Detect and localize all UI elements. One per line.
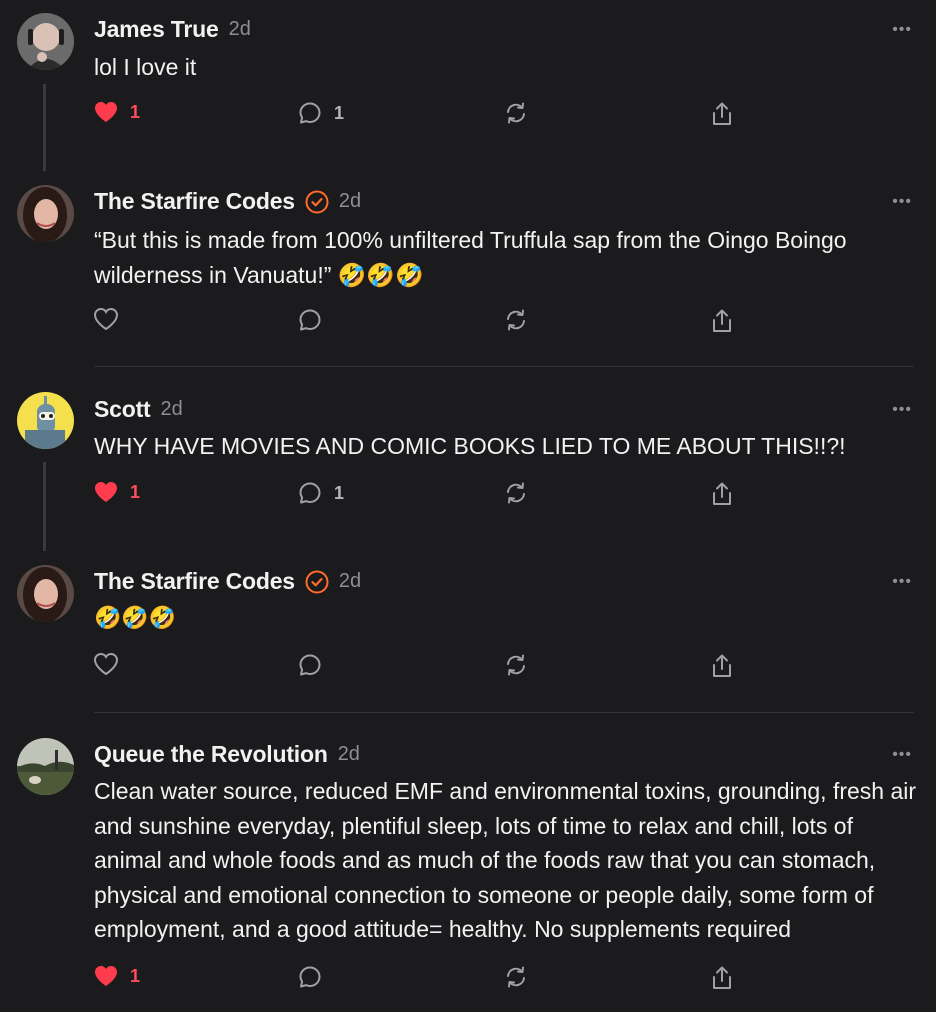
reply-button[interactable] bbox=[298, 308, 334, 332]
author-name[interactable]: Scott bbox=[94, 396, 151, 423]
more-icon[interactable]: ••• bbox=[892, 401, 912, 419]
share-upload-icon bbox=[713, 102, 731, 125]
more-icon[interactable]: ••• bbox=[892, 21, 912, 39]
reply-button[interactable]: 1 bbox=[298, 481, 344, 505]
reply-count: 1 bbox=[334, 102, 345, 123]
like-count: 1 bbox=[130, 481, 141, 502]
bald-man-headphones-icon bbox=[17, 13, 74, 70]
action-bar: 1 1 bbox=[94, 101, 854, 131]
share-upload-icon bbox=[713, 966, 731, 989]
verified-badge-icon bbox=[305, 190, 329, 213]
reply-button[interactable] bbox=[298, 965, 334, 989]
avatar[interactable] bbox=[17, 565, 74, 622]
share-button[interactable] bbox=[710, 653, 734, 679]
divider bbox=[94, 712, 914, 713]
action-bar bbox=[94, 308, 854, 338]
share-upload-icon bbox=[713, 309, 731, 332]
like-button[interactable]: 1 bbox=[94, 965, 140, 987]
reply-button[interactable] bbox=[298, 653, 334, 677]
verified-badge-icon bbox=[305, 570, 329, 593]
action-bar bbox=[94, 653, 854, 683]
share-button[interactable] bbox=[710, 481, 734, 507]
comment-text: WHY HAVE MOVIES AND COMIC BOOKS LIED TO … bbox=[94, 433, 846, 459]
like-count: 1 bbox=[130, 101, 141, 122]
speech-bubble-icon bbox=[299, 654, 321, 676]
author-name[interactable]: James True bbox=[94, 16, 219, 43]
avatar[interactable] bbox=[17, 738, 74, 795]
like-count: 1 bbox=[130, 965, 141, 986]
share-button[interactable] bbox=[710, 308, 734, 334]
robot-cartoon-icon bbox=[17, 392, 74, 449]
author-name[interactable]: The Starfire Codes bbox=[94, 188, 295, 215]
restack-button[interactable] bbox=[504, 653, 528, 677]
timestamp[interactable]: 2d bbox=[338, 743, 360, 766]
share-button[interactable] bbox=[710, 965, 734, 991]
comment-text: “But this is made from 100% unfiltered T… bbox=[94, 227, 847, 288]
avatar[interactable] bbox=[17, 185, 74, 242]
heart-icon bbox=[95, 966, 117, 986]
heart-icon bbox=[94, 653, 118, 675]
more-icon[interactable]: ••• bbox=[892, 746, 912, 764]
timestamp[interactable]: 2d bbox=[339, 570, 361, 593]
author-name[interactable]: The Starfire Codes bbox=[94, 568, 295, 595]
timestamp[interactable]: 2d bbox=[229, 18, 251, 41]
comment-header: Scott 2d bbox=[94, 396, 183, 423]
share-button[interactable] bbox=[710, 101, 734, 127]
speech-bubble-icon bbox=[299, 482, 321, 504]
share-upload-icon bbox=[713, 482, 731, 505]
more-icon[interactable]: ••• bbox=[892, 573, 912, 591]
share-upload-icon bbox=[713, 654, 731, 677]
restack-arrows-icon bbox=[507, 966, 525, 988]
heart-icon bbox=[94, 308, 118, 330]
restack-arrows-icon bbox=[507, 482, 525, 504]
avatar[interactable] bbox=[17, 13, 74, 70]
action-bar: 1 1 bbox=[94, 481, 854, 511]
woman-dark-hair-icon bbox=[17, 565, 74, 622]
thread-line bbox=[43, 84, 46, 171]
action-bar: 1 bbox=[94, 965, 854, 995]
comment-header: The Starfire Codes 2d bbox=[94, 568, 361, 595]
timestamp[interactable]: 2d bbox=[161, 398, 183, 421]
like-button[interactable]: 1 bbox=[94, 101, 140, 123]
speech-bubble-icon bbox=[299, 102, 321, 124]
speech-bubble-icon bbox=[299, 966, 321, 988]
like-button[interactable] bbox=[94, 308, 130, 330]
woman-dark-hair-icon bbox=[17, 185, 74, 242]
comment-text: Clean water source, reduced EMF and envi… bbox=[94, 778, 917, 942]
landscape-photo-icon bbox=[17, 738, 74, 795]
reply-count: 1 bbox=[334, 482, 345, 503]
restack-arrows-icon bbox=[507, 102, 525, 124]
heart-icon bbox=[95, 482, 117, 502]
avatar[interactable] bbox=[17, 392, 74, 449]
comment-text: 🤣🤣🤣 bbox=[94, 605, 177, 630]
restack-button[interactable] bbox=[504, 481, 528, 505]
restack-button[interactable] bbox=[504, 965, 528, 989]
speech-bubble-icon bbox=[299, 309, 321, 331]
divider bbox=[94, 366, 914, 367]
reply-button[interactable]: 1 bbox=[298, 101, 344, 125]
restack-arrows-icon bbox=[507, 654, 525, 676]
thread-line bbox=[43, 462, 46, 551]
comment-text: lol I love it bbox=[94, 54, 197, 80]
like-button[interactable] bbox=[94, 653, 130, 675]
author-name[interactable]: Queue the Revolution bbox=[94, 741, 328, 768]
timestamp[interactable]: 2d bbox=[339, 190, 361, 213]
heart-icon bbox=[95, 102, 117, 122]
comment-header: Queue the Revolution 2d bbox=[94, 741, 360, 768]
like-button[interactable]: 1 bbox=[94, 481, 140, 503]
restack-button[interactable] bbox=[504, 101, 528, 125]
more-icon[interactable]: ••• bbox=[892, 193, 912, 211]
restack-button[interactable] bbox=[504, 308, 528, 332]
comment-header: The Starfire Codes 2d bbox=[94, 188, 361, 215]
comment-header: James True 2d bbox=[94, 16, 251, 43]
restack-arrows-icon bbox=[507, 309, 525, 331]
